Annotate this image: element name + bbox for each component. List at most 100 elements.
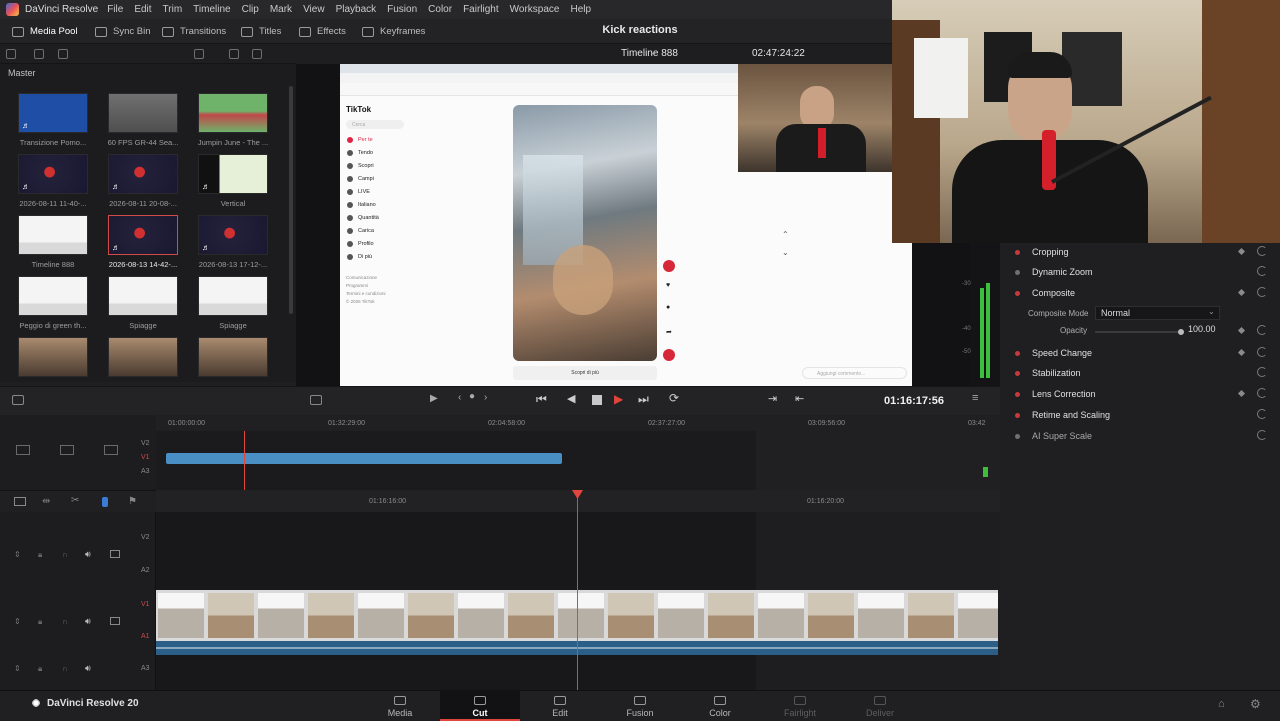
- inspector-row-cropping[interactable]: Cropping: [1000, 243, 1280, 263]
- marker-icon[interactable]: [102, 497, 108, 507]
- flag-icon[interactable]: ⚑: [128, 496, 137, 507]
- inspector-row-retime-scaling[interactable]: Retime and Scaling: [1000, 406, 1280, 426]
- speaker-icon[interactable]: 🔊︎: [85, 549, 91, 560]
- headphones-icon[interactable]: ∩: [62, 550, 68, 559]
- opacity-slider-track[interactable]: [1095, 329, 1184, 335]
- reset-icon[interactable]: [1257, 325, 1267, 335]
- media-pool-clip[interactable]: 60 FPS GR-44 Sea...: [90, 93, 178, 147]
- page-tab-fusion[interactable]: Fusion: [600, 691, 680, 721]
- reset-icon[interactable]: [1257, 430, 1267, 440]
- marker-dot-icon[interactable]: ●: [469, 391, 475, 402]
- titles-button[interactable]: Titles: [241, 19, 281, 44]
- bin-list-icon[interactable]: [6, 49, 16, 59]
- lower-playhead[interactable]: [577, 494, 578, 690]
- stop-icon[interactable]: [592, 395, 602, 405]
- reset-icon[interactable]: [1257, 409, 1267, 419]
- timecode-display[interactable]: 01:16:17:56: [884, 395, 944, 407]
- menu-color[interactable]: Color: [428, 4, 452, 15]
- tools-icon[interactable]: [12, 395, 24, 405]
- inspector-row-dynamic-zoom[interactable]: Dynamic Zoom: [1000, 263, 1280, 283]
- upper-ruler[interactable]: 01:00:00:00 01:32:29:00 02:04:58:00 02:3…: [156, 415, 1000, 431]
- sort-icon[interactable]: [252, 49, 262, 59]
- keyframe-icon[interactable]: [1237, 348, 1246, 357]
- search-icon[interactable]: [229, 49, 239, 59]
- media-pool-clip[interactable]: [90, 337, 178, 382]
- reset-icon[interactable]: [1257, 266, 1267, 276]
- page-tab-color[interactable]: Color: [680, 691, 760, 721]
- media-pool-clip[interactable]: Timeline 888: [0, 215, 88, 269]
- inspector-row-composite[interactable]: Composite: [1000, 284, 1280, 304]
- transitions-button[interactable]: Transitions: [162, 19, 226, 44]
- play-icon[interactable]: ▶: [614, 392, 623, 406]
- opacity-value[interactable]: 100.00: [1188, 324, 1216, 334]
- keyframe-icon[interactable]: [1237, 288, 1246, 297]
- media-pool-clip[interactable]: Jumpin June - The ...: [180, 93, 268, 147]
- loop-icon[interactable]: ⟳: [669, 391, 679, 405]
- media-pool-clip[interactable]: ♬ 2026-08-11 20-08-...: [90, 154, 178, 208]
- composite-mode-select[interactable]: Normal ⌄: [1095, 306, 1220, 320]
- page-tab-media[interactable]: Media: [360, 691, 440, 721]
- reset-icon[interactable]: [1257, 347, 1267, 357]
- mark-in-icon[interactable]: ⇥: [768, 392, 777, 405]
- media-pool-clip[interactable]: Spiagge: [180, 276, 268, 330]
- menu-fairlight[interactable]: Fairlight: [463, 4, 499, 15]
- reset-icon[interactable]: [1257, 246, 1267, 256]
- track-tools-icon[interactable]: [60, 445, 74, 455]
- media-pool-clip[interactable]: ♬ 2026-08-13 14-42-...: [90, 215, 178, 269]
- track-tools-icon[interactable]: [104, 445, 118, 455]
- smart-bin-icon[interactable]: [58, 49, 68, 59]
- reset-icon[interactable]: [1257, 388, 1267, 398]
- media-pool-clip[interactable]: [0, 337, 88, 382]
- prev-edit-icon[interactable]: ‹: [458, 392, 461, 403]
- menu-clip[interactable]: Clip: [242, 4, 259, 15]
- reverse-play-icon[interactable]: ◀: [567, 392, 575, 405]
- page-tab-fairlight[interactable]: Fairlight: [760, 691, 840, 721]
- enable-dot-icon[interactable]: [1015, 434, 1020, 439]
- keyframe-icon[interactable]: [1237, 247, 1246, 256]
- enable-dot-icon[interactable]: [1015, 351, 1020, 356]
- safe-area-icon[interactable]: [14, 497, 26, 506]
- media-pool-clip[interactable]: Spiagge: [90, 276, 178, 330]
- move-track-icon[interactable]: ⇕: [14, 550, 21, 559]
- go-to-end-icon[interactable]: ⏭: [638, 392, 649, 407]
- page-tab-cut[interactable]: Cut: [440, 691, 520, 721]
- add-bin-icon[interactable]: [34, 49, 44, 59]
- reset-icon[interactable]: [1257, 367, 1267, 377]
- sync-bin-button[interactable]: Sync Bin: [95, 19, 151, 44]
- timeline-clip-overview[interactable]: [166, 453, 562, 464]
- chevron-down-icon[interactable]: ⌄: [650, 47, 658, 58]
- mark-out-icon[interactable]: ⇤: [795, 392, 804, 405]
- menu-file[interactable]: File: [107, 4, 123, 15]
- inspector-row-ai-super-scale[interactable]: AI Super Scale: [1000, 427, 1280, 447]
- move-track-icon[interactable]: ⇕: [14, 617, 21, 626]
- menu-edit[interactable]: Edit: [134, 4, 151, 15]
- menu-view[interactable]: View: [303, 4, 325, 15]
- inspector-row-speed-change[interactable]: Speed Change: [1000, 344, 1280, 364]
- lock-icon[interactable]: 🔒︎: [38, 664, 42, 674]
- menu-playback[interactable]: Playback: [336, 4, 377, 15]
- lock-icon[interactable]: 🔒︎: [38, 550, 42, 560]
- media-pool-clip[interactable]: Peggio di green th...: [0, 276, 88, 330]
- headphones-icon[interactable]: ∩: [62, 617, 68, 626]
- menu-fusion[interactable]: Fusion: [387, 4, 417, 15]
- speaker-icon[interactable]: 🔊︎: [85, 663, 91, 674]
- go-to-start-icon[interactable]: ⏮: [536, 392, 547, 407]
- enable-dot-icon[interactable]: [1015, 413, 1020, 418]
- menu-help[interactable]: Help: [570, 4, 591, 15]
- enable-dot-icon[interactable]: [1015, 250, 1020, 255]
- reset-icon[interactable]: [1257, 287, 1267, 297]
- enable-dot-icon[interactable]: [1015, 291, 1020, 296]
- lock-icon[interactable]: 🔒︎: [38, 617, 42, 627]
- media-pool-clip[interactable]: ♬ 2026-08-13 17-12-...: [180, 215, 268, 269]
- menu-trim[interactable]: Trim: [163, 4, 183, 15]
- next-edit-icon[interactable]: ›: [484, 392, 487, 403]
- enable-dot-icon[interactable]: [1015, 392, 1020, 397]
- page-tab-deliver[interactable]: Deliver: [840, 691, 920, 721]
- headphones-icon[interactable]: ∩: [62, 664, 68, 673]
- enable-dot-icon[interactable]: [1015, 270, 1020, 275]
- keyframe-icon[interactable]: [1237, 326, 1246, 335]
- media-pool-scrollbar[interactable]: [289, 86, 293, 314]
- blade-icon[interactable]: ✂: [71, 495, 79, 506]
- menu-workspace[interactable]: Workspace: [510, 4, 560, 15]
- media-pool-button[interactable]: Media Pool: [12, 19, 78, 44]
